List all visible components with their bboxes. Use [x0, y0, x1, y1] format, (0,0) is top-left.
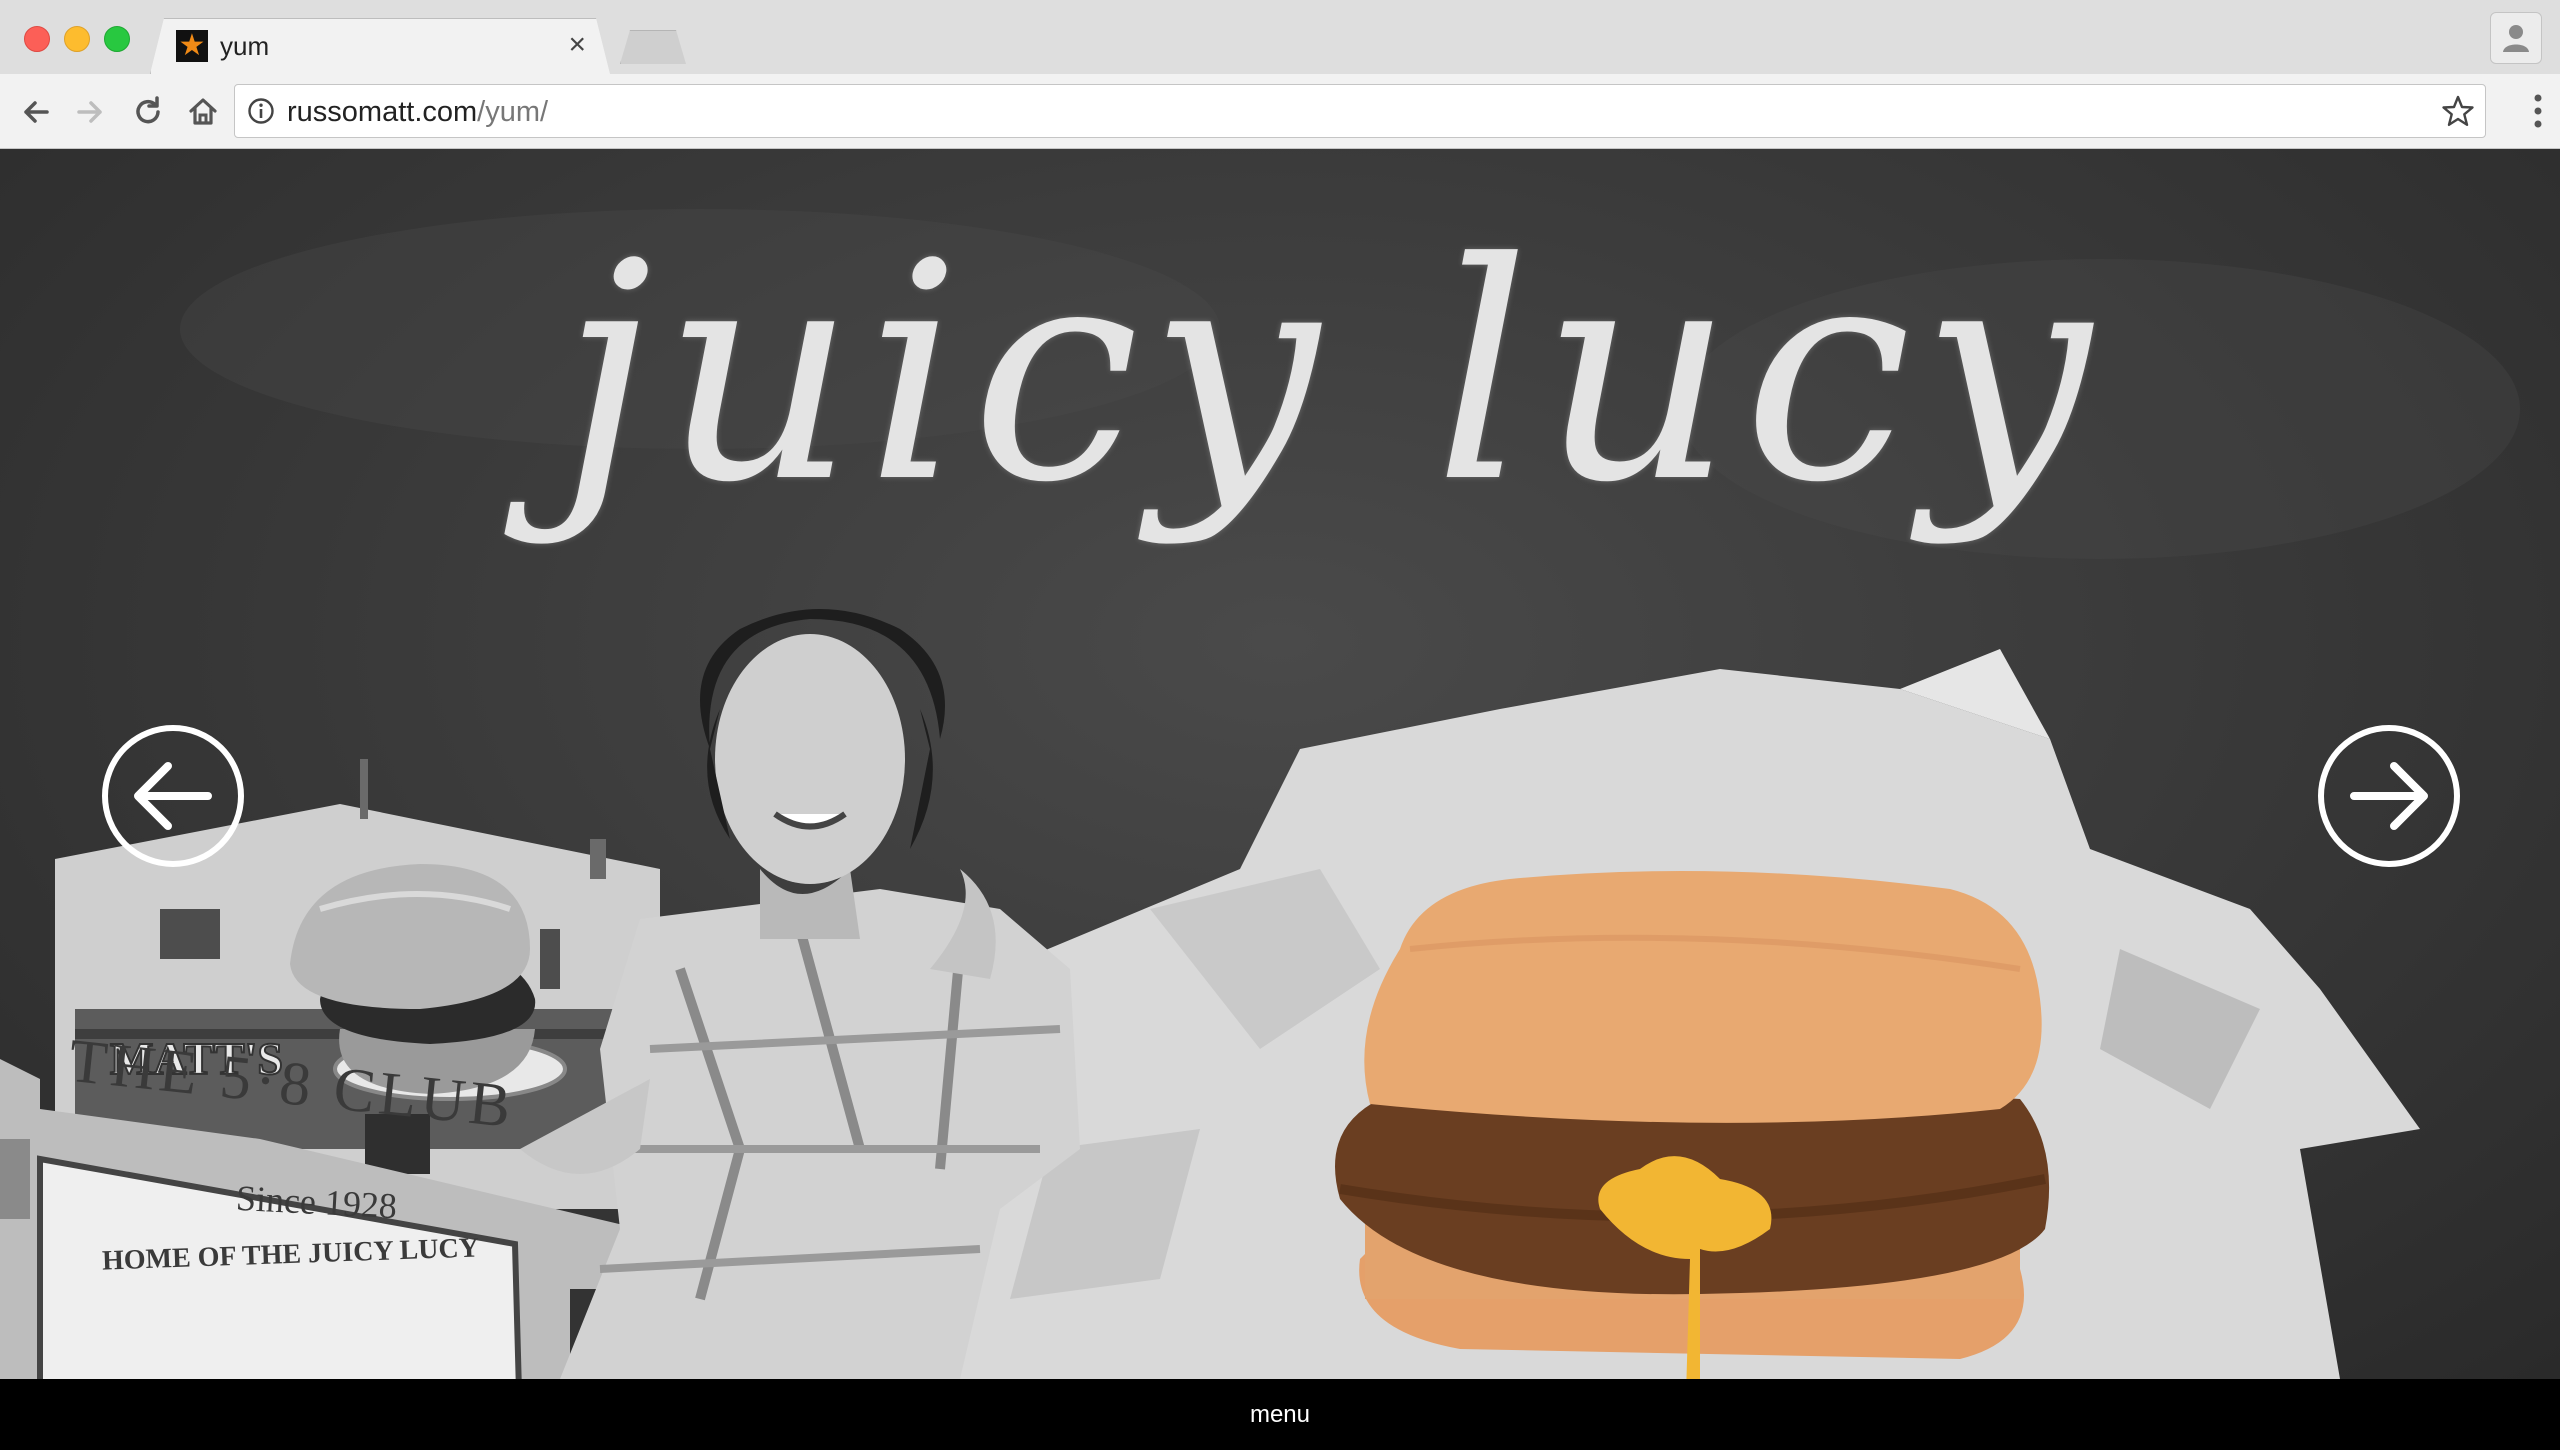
back-arrow-icon: [24, 101, 49, 123]
bookmark-star-icon[interactable]: [2441, 94, 2475, 128]
reload-icon: [136, 96, 160, 124]
home-button[interactable]: [183, 92, 223, 132]
headline-chalk: juicy lucy: [559, 199, 2101, 548]
prev-slide-button[interactable]: [102, 725, 244, 867]
forward-arrow-icon: [77, 101, 102, 123]
tab-close-icon[interactable]: ×: [568, 28, 586, 62]
tab-title: yum: [220, 31, 270, 61]
new-tab-button[interactable]: [620, 30, 686, 64]
home-icon: [189, 98, 217, 125]
url-text[interactable]: russomatt.com/yum/: [287, 96, 548, 129]
browser-toolbar: russomatt.com/yum/: [0, 74, 2560, 149]
burger-top-bun: [1364, 871, 2042, 1123]
next-slide-button[interactable]: [2318, 725, 2460, 867]
profile-icon: [2503, 25, 2529, 52]
prev-slide-arrow-icon: [134, 762, 212, 830]
window-zoom-button[interactable]: [104, 26, 130, 52]
profile-button[interactable]: [2490, 12, 2542, 64]
back-button[interactable]: [16, 92, 56, 132]
url-path: /yum/: [477, 96, 549, 128]
kebab-menu-icon[interactable]: [2532, 92, 2544, 130]
url-host: russomatt.com: [287, 96, 478, 128]
sign-line-2: Since 1928: [235, 1177, 398, 1227]
window-minimize-button[interactable]: [64, 26, 90, 52]
reload-button[interactable]: [128, 92, 168, 132]
forward-button[interactable]: [70, 92, 110, 132]
tab-strip: ★ yum ×: [0, 0, 2560, 74]
info-icon[interactable]: [247, 97, 275, 125]
favicon-star-icon: ★: [176, 30, 208, 62]
menu-bar: menu: [0, 1379, 2560, 1450]
menu-button[interactable]: menu: [0, 1401, 2560, 1429]
next-slide-arrow-icon: [2350, 762, 2428, 830]
address-bar[interactable]: russomatt.com/yum/: [234, 84, 2486, 138]
burger-illustration: [1335, 871, 2050, 1379]
window-close-button[interactable]: [24, 26, 50, 52]
hero-slide: MATT'S juicy lucy THE 5·8 CLUB Since 192…: [0, 149, 2560, 1379]
browser-tab-content[interactable]: ★ yum ×: [150, 18, 610, 74]
